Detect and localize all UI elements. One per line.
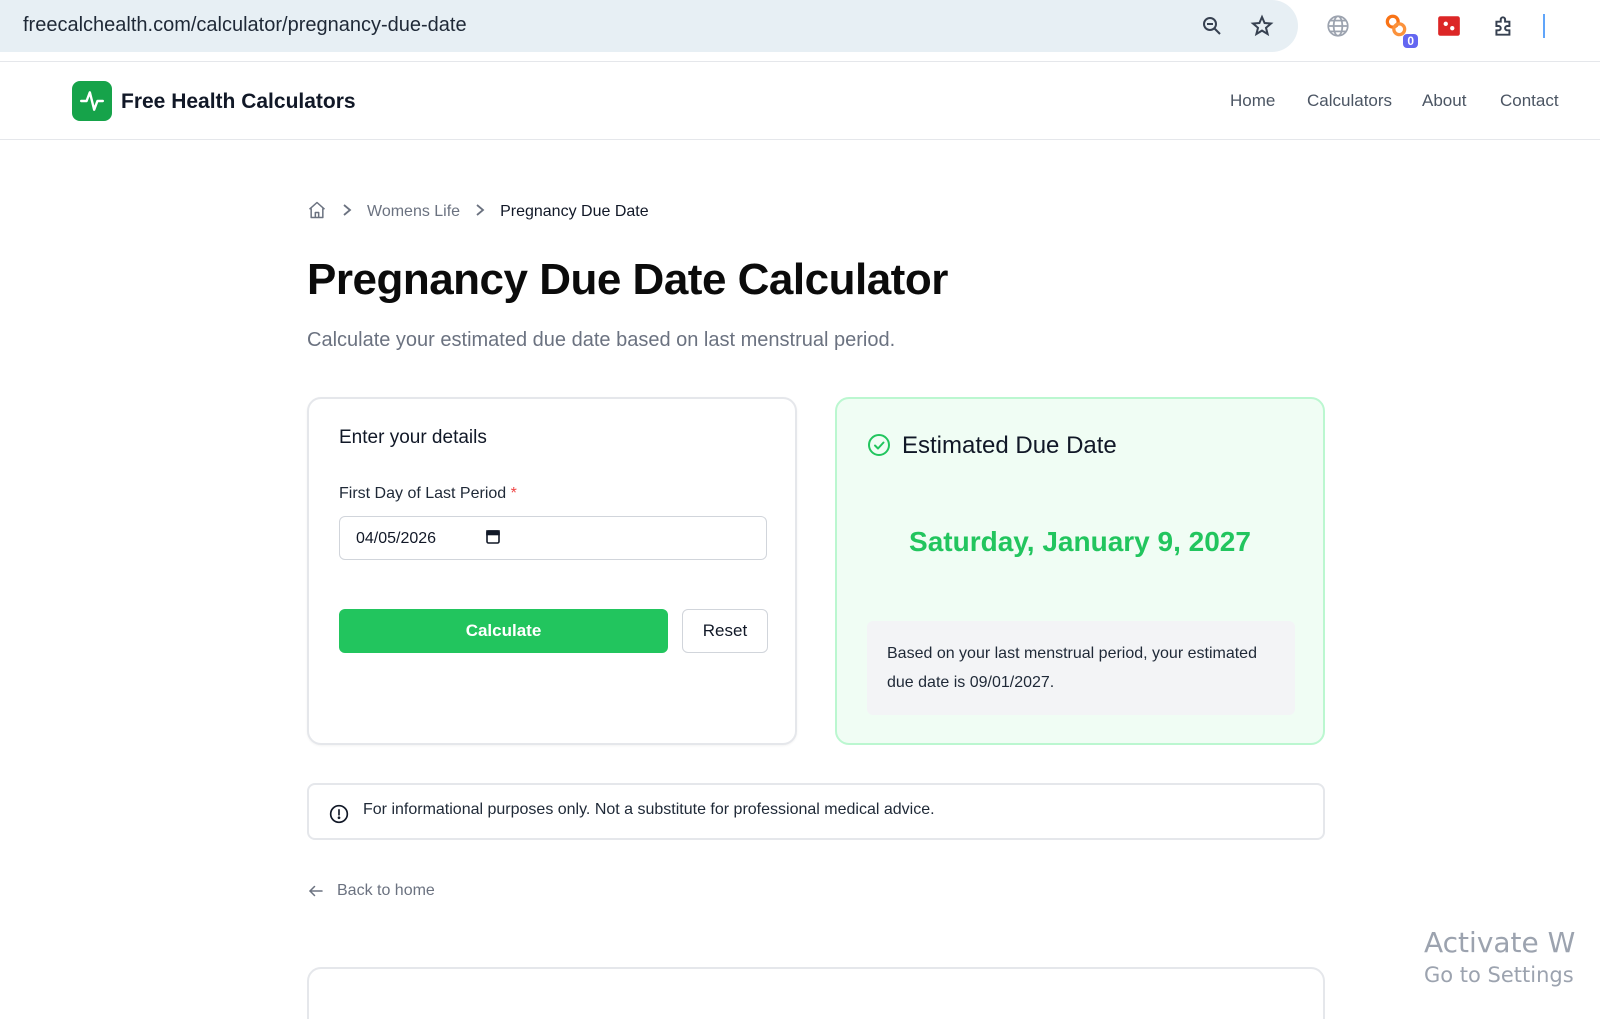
site-logo[interactable] [72, 81, 112, 121]
check-circle-icon [867, 433, 891, 457]
back-to-home-text[interactable]: Back to home [337, 882, 435, 900]
browser-toolbar: freecalchealth.com/calculator/pregnancy-… [0, 0, 1600, 62]
red-extension-icon[interactable] [1435, 12, 1463, 40]
lmp-date-value[interactable]: 04/05/2026 [356, 530, 436, 548]
info-circle-icon [329, 804, 349, 824]
page-title: Pregnancy Due Date Calculator [307, 255, 948, 304]
home-icon[interactable] [307, 200, 327, 225]
pulse-icon [79, 91, 105, 111]
watermark-line-2: Go to Settings [1424, 963, 1574, 987]
lmp-date-input[interactable]: 04/05/2026 [339, 516, 767, 560]
bookmark-star-icon[interactable] [1248, 12, 1276, 40]
input-card: Enter your details First Day of Last Per… [307, 397, 797, 745]
extension-badge-count: 0 [1403, 34, 1418, 48]
puzzle-extensions-icon[interactable] [1490, 12, 1518, 40]
breadcrumb: Womens Life Pregnancy Due Date [307, 200, 649, 224]
lmp-field-label: First Day of Last Period * [339, 485, 517, 503]
globe-extension-icon[interactable] [1324, 12, 1352, 40]
breadcrumb-parent[interactable]: Womens Life [367, 203, 460, 221]
medical-disclaimer: For informational purposes only. Not a s… [307, 783, 1325, 840]
next-section-card [307, 967, 1325, 1019]
nav-home[interactable]: Home [1230, 91, 1275, 111]
toolbar-divider [1543, 14, 1545, 38]
address-bar[interactable]: freecalchealth.com/calculator/pregnancy-… [0, 0, 1298, 52]
input-card-heading: Enter your details [339, 427, 487, 448]
activation-watermark: Activate W Go to Settings [1424, 926, 1575, 987]
watermark-line-1: Activate W [1424, 926, 1576, 959]
disclaimer-text: For informational purposes only. Not a s… [363, 801, 935, 818]
address-bar-url[interactable]: freecalchealth.com/calculator/pregnancy-… [23, 14, 467, 37]
back-to-home-link[interactable]: Back to home [307, 882, 435, 900]
chevron-right-icon [341, 203, 353, 222]
calculate-button[interactable]: Calculate [339, 609, 668, 653]
breadcrumb-current: Pregnancy Due Date [500, 203, 649, 220]
nav-about[interactable]: About [1422, 91, 1466, 111]
estimated-due-date: Saturday, January 9, 2027 [909, 526, 1251, 557]
result-heading: Estimated Due Date [902, 432, 1117, 459]
reset-button[interactable]: Reset [682, 609, 768, 653]
zoom-icon[interactable] [1198, 12, 1226, 40]
result-explanation: Based on your last menstrual period, you… [867, 621, 1295, 715]
arrow-left-icon [309, 885, 323, 897]
counter-extension-icon[interactable]: 0 [1382, 12, 1418, 48]
nav-contact[interactable]: Contact [1500, 91, 1559, 111]
lmp-field-label-text: First Day of Last Period [339, 485, 507, 502]
site-name[interactable]: Free Health Calculators [121, 90, 356, 114]
required-mark: * [510, 485, 517, 502]
calendar-icon[interactable] [484, 528, 502, 546]
site-header: Free Health Calculators Home Calculators… [0, 62, 1600, 140]
result-card: Estimated Due Date Saturday, January 9, … [835, 397, 1325, 745]
nav-calculators[interactable]: Calculators [1307, 91, 1392, 111]
page-subtitle: Calculate your estimated due date based … [307, 329, 896, 351]
chevron-right-icon [474, 203, 486, 222]
